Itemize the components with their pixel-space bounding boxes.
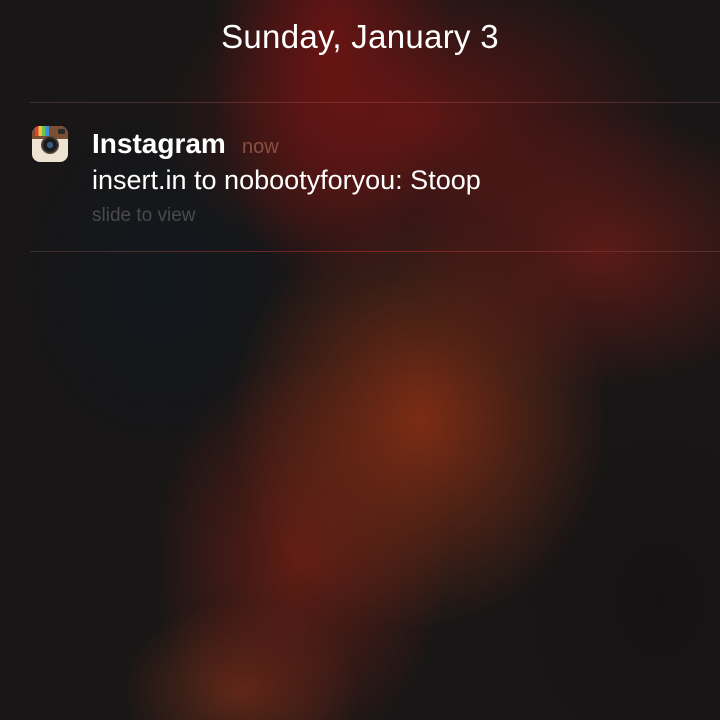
instagram-camera-icon bbox=[32, 126, 68, 162]
notification-divider-bottom bbox=[30, 251, 720, 252]
lock-screen: Sunday, January 3 Instagram now insert.i… bbox=[0, 0, 720, 720]
blurred-wallpaper bbox=[0, 0, 720, 720]
notification-app-name: Instagram bbox=[92, 128, 226, 159]
notification-message: insert.in to nobootyforyou: Stoop bbox=[92, 165, 481, 195]
slide-to-view-hint[interactable]: slide to view bbox=[92, 205, 196, 227]
lock-screen-date: Sunday, January 3 bbox=[221, 18, 499, 55]
notification-divider-top bbox=[30, 102, 720, 103]
notification-item[interactable]: Instagram now insert.in to nobootyforyou… bbox=[30, 122, 690, 232]
notification-time: now bbox=[242, 136, 279, 158]
